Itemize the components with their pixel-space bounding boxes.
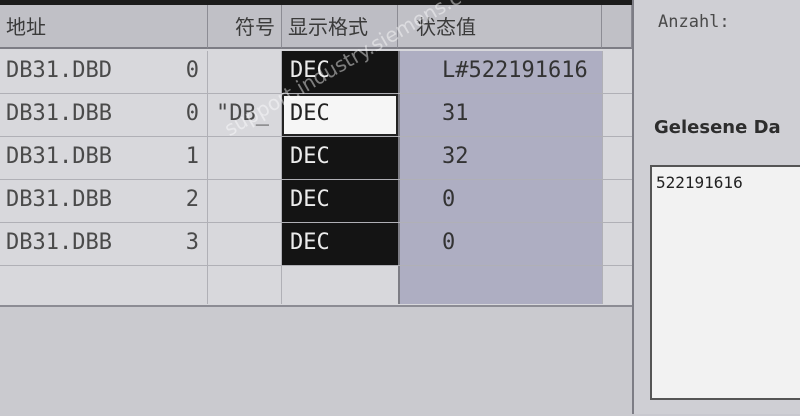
- symbol-cell[interactable]: [208, 137, 282, 179]
- address-cell[interactable]: DB31.DBB 3: [0, 223, 208, 265]
- address-text: DB31.DBD: [6, 58, 112, 83]
- row-tail: [602, 137, 632, 179]
- row-tail: [602, 51, 632, 93]
- address-index: 0: [185, 101, 199, 126]
- table-row[interactable]: DB31.DBB 3 DEC 0: [0, 223, 632, 266]
- address-text: DB31.DBB: [6, 230, 112, 255]
- symbol-cell[interactable]: [208, 223, 282, 265]
- header-address[interactable]: 地址: [0, 5, 208, 49]
- row-tail: [602, 94, 632, 136]
- symbol-cell[interactable]: [208, 51, 282, 93]
- status-value-cell[interactable]: 32: [398, 137, 602, 179]
- status-value-cell[interactable]: 0: [398, 223, 602, 265]
- table-row[interactable]: DB31.DBD 0 DEC L#522191616: [0, 51, 632, 94]
- table-row[interactable]: DB31.DBB 0 "DB_ DEC 31: [0, 94, 632, 137]
- empty-row[interactable]: [0, 266, 632, 304]
- address-cell[interactable]: DB31.DBB 2: [0, 180, 208, 222]
- symbol-cell[interactable]: "DB_: [208, 94, 282, 136]
- symbol-cell[interactable]: [208, 180, 282, 222]
- lower-pane: [0, 305, 640, 416]
- format-cell[interactable]: DEC: [282, 180, 398, 222]
- symbol-cell[interactable]: [208, 266, 282, 304]
- watch-table: 地址 符号 显示格式 状态值 DB31.DBD 0 DEC L#522191616…: [0, 5, 634, 305]
- format-cell[interactable]: DEC: [282, 51, 398, 93]
- status-value-cell[interactable]: 31: [398, 94, 602, 136]
- status-value-cell[interactable]: 0: [398, 180, 602, 222]
- status-value-cell[interactable]: L#522191616: [398, 51, 602, 93]
- row-tail: [602, 180, 632, 222]
- address-text: DB31.DBB: [6, 187, 112, 212]
- header-status-value[interactable]: 状态值: [398, 5, 602, 49]
- address-cell[interactable]: DB31.DBB 0: [0, 94, 208, 136]
- address-cell[interactable]: [0, 266, 208, 304]
- address-index: 3: [185, 230, 199, 255]
- right-panel: Anzahl: Gelesene Da 522191616: [632, 0, 800, 414]
- row-tail: [602, 223, 632, 265]
- read-data-label: Gelesene Da: [654, 117, 781, 138]
- screen: 地址 符号 显示格式 状态值 DB31.DBD 0 DEC L#522191616…: [0, 0, 800, 416]
- header-display-format[interactable]: 显示格式: [282, 5, 398, 49]
- count-label: Anzahl:: [658, 12, 730, 32]
- read-data-output[interactable]: 522191616: [650, 165, 800, 400]
- row-tail: [602, 266, 632, 304]
- header-extra: [602, 5, 632, 49]
- format-cell-editing[interactable]: DEC: [282, 94, 398, 136]
- address-text: DB31.DBB: [6, 144, 112, 169]
- table-row[interactable]: DB31.DBB 2 DEC 0: [0, 180, 632, 223]
- format-cell[interactable]: DEC: [282, 137, 398, 179]
- address-cell[interactable]: DB31.DBB 1: [0, 137, 208, 179]
- address-index: 1: [185, 144, 199, 169]
- address-index: 2: [185, 187, 199, 212]
- table-row[interactable]: DB31.DBB 1 DEC 32: [0, 137, 632, 180]
- address-cell[interactable]: DB31.DBD 0: [0, 51, 208, 93]
- header-symbol[interactable]: 符号: [208, 5, 282, 49]
- address-text: DB31.DBB: [6, 101, 112, 126]
- address-index: 0: [185, 58, 199, 83]
- format-cell[interactable]: DEC: [282, 223, 398, 265]
- status-value-cell[interactable]: [398, 266, 602, 304]
